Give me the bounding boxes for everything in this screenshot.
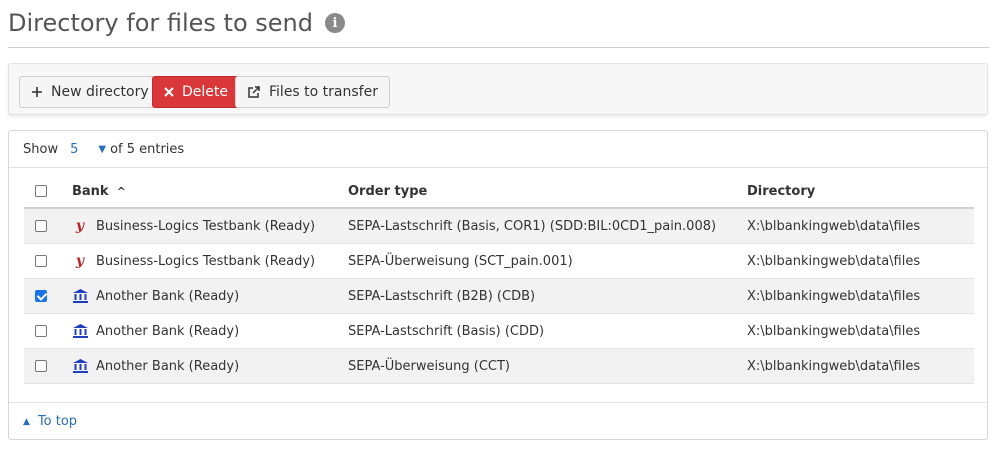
new-directory-label: New directory bbox=[51, 84, 149, 100]
column-header-order-type[interactable]: Order type bbox=[348, 175, 747, 209]
directory-cell: X:\blbankingweb\data\files bbox=[747, 278, 974, 314]
toolbar: New directory Delete Files to transfer bbox=[8, 63, 988, 115]
directory-cell: X:\blbankingweb\data\files bbox=[747, 208, 974, 244]
bank-cell: y Business-Logics Testbank (Ready) bbox=[72, 243, 348, 279]
paging-bar: Show 5 ▼ of 5 entries bbox=[9, 131, 987, 168]
bank-cell: y Business-Logics Testbank (Ready) bbox=[72, 208, 348, 244]
order-type-cell: SEPA-Lastschrift (B2B) (CDB) bbox=[348, 278, 747, 314]
order-type-cell: SEPA-Überweisung (CCT) bbox=[348, 348, 747, 384]
bank-building-icon bbox=[72, 289, 88, 303]
entries-count: of 5 entries bbox=[110, 141, 185, 157]
bank-cell: Another Bank (Ready) bbox=[72, 278, 348, 314]
page-header: Directory for files to send i bbox=[8, 6, 345, 40]
row-select-cell bbox=[24, 278, 72, 314]
caret-up-icon: ▲ bbox=[23, 416, 30, 427]
row-select-cell bbox=[24, 348, 72, 384]
page-title: Directory for files to send bbox=[8, 9, 313, 37]
to-top-label: To top bbox=[37, 414, 78, 429]
files-to-transfer-label: Files to transfer bbox=[269, 84, 378, 100]
page-size-select[interactable]: 5 bbox=[70, 142, 78, 157]
order-type-cell: SEPA-Lastschrift (Basis, COR1) (SDD:BIL:… bbox=[348, 208, 747, 244]
delete-label: Delete bbox=[182, 84, 228, 100]
bank-building-icon bbox=[72, 324, 88, 338]
bank-cell: Another Bank (Ready) bbox=[72, 313, 348, 349]
directory-table: Bank ^ Order type Directory y Business-Log… bbox=[24, 175, 974, 384]
bl-logo-icon: y bbox=[75, 218, 85, 234]
chevron-down-icon[interactable]: ▼ bbox=[98, 144, 106, 155]
column-header-directory[interactable]: Directory bbox=[747, 175, 974, 209]
delete-button[interactable]: Delete bbox=[152, 76, 240, 108]
directory-cell: X:\blbankingweb\data\files bbox=[747, 243, 974, 279]
table-row[interactable]: Another Bank (Ready) SEPA-Lastschrift (B… bbox=[24, 278, 974, 314]
row-checkbox[interactable] bbox=[35, 220, 47, 232]
table-header-row: Bank ^ Order type Directory bbox=[24, 175, 974, 209]
directory-cell: X:\blbankingweb\data\files bbox=[747, 348, 974, 384]
directory-panel: Show 5 ▼ of 5 entries Bank ^ Order type D… bbox=[8, 130, 988, 440]
info-icon[interactable]: i bbox=[325, 13, 345, 33]
row-select-cell bbox=[24, 208, 72, 244]
row-checkbox[interactable] bbox=[35, 325, 47, 337]
title-divider bbox=[8, 47, 989, 48]
select-all-cell bbox=[24, 175, 72, 209]
bank-cell: Another Bank (Ready) bbox=[72, 348, 348, 384]
column-header-bank[interactable]: Bank ^ bbox=[72, 175, 348, 209]
row-checkbox[interactable] bbox=[35, 290, 47, 302]
table-row[interactable]: y Business-Logics Testbank (Ready) SEPA-L… bbox=[24, 208, 974, 244]
table-row[interactable]: y Business-Logics Testbank (Ready) SEPA-Ü… bbox=[24, 243, 974, 279]
table-row[interactable]: Another Bank (Ready) SEPA-Überweisung (C… bbox=[24, 348, 974, 384]
new-directory-button[interactable]: New directory bbox=[19, 76, 161, 108]
external-link-icon bbox=[247, 85, 261, 99]
directory-cell: X:\blbankingweb\data\files bbox=[747, 313, 974, 349]
row-checkbox[interactable] bbox=[35, 255, 47, 267]
close-icon bbox=[164, 87, 174, 97]
bl-logo-icon: y bbox=[75, 253, 85, 269]
plus-icon bbox=[31, 86, 43, 98]
footer-divider bbox=[9, 402, 987, 403]
row-select-cell bbox=[24, 313, 72, 349]
files-to-transfer-button[interactable]: Files to transfer bbox=[235, 76, 390, 108]
row-checkbox[interactable] bbox=[35, 360, 47, 372]
bank-building-icon bbox=[72, 359, 88, 373]
show-label: Show bbox=[23, 141, 59, 157]
table-row[interactable]: Another Bank (Ready) SEPA-Lastschrift (B… bbox=[24, 313, 974, 349]
order-type-cell: SEPA-Lastschrift (Basis) (CDD) bbox=[348, 313, 747, 349]
order-type-cell: SEPA-Überweisung (SCT_pain.001) bbox=[348, 243, 747, 279]
sort-ascending-icon: ^ bbox=[116, 184, 126, 198]
to-top-link[interactable]: ▲ To top bbox=[23, 414, 77, 429]
row-select-cell bbox=[24, 243, 72, 279]
select-all-checkbox[interactable] bbox=[35, 185, 47, 197]
